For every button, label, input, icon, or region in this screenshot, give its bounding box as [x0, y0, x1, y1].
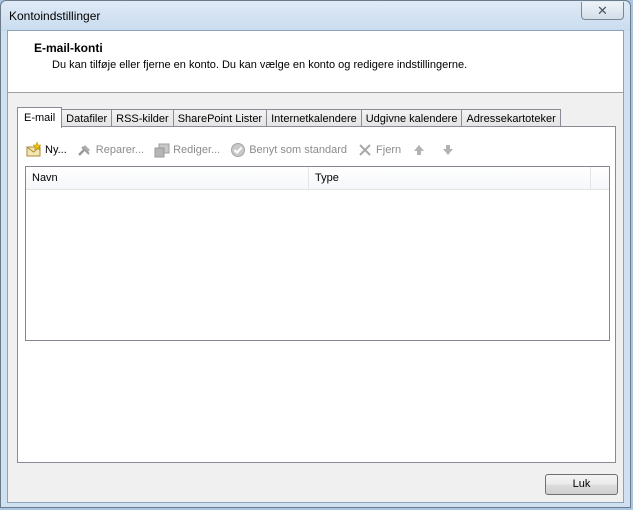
tab-email[interactable]: E-mail — [17, 107, 63, 128]
header-title: E-mail-konti — [34, 41, 103, 55]
tab-strip: E-mail Datafiler RSS-kilder SharePoint L… — [17, 107, 561, 128]
column-header-type[interactable]: Type — [309, 167, 591, 189]
remove-label: Fjern — [376, 144, 402, 156]
arrow-up-icon — [411, 142, 427, 158]
close-window-button[interactable]: ✕ — [581, 2, 624, 20]
edit-icon — [154, 142, 170, 158]
tab-rss-kilder[interactable]: RSS-kilder — [112, 109, 174, 127]
arrow-down-icon — [440, 142, 456, 158]
header-description: Du kan tilføje eller fjerne en konto. Du… — [52, 59, 468, 71]
remove-x-icon — [357, 142, 373, 158]
window-title: Kontoindstillinger — [9, 9, 101, 23]
tab-sharepoint-lister[interactable]: SharePoint Lister — [173, 109, 268, 127]
set-default-label: Benyt som standard — [249, 144, 348, 156]
dialog-header: E-mail-konti Du kan tilføje eller fjerne… — [8, 31, 623, 93]
move-up-button[interactable] — [411, 140, 430, 160]
remove-button[interactable]: Fjern — [357, 140, 401, 160]
close-icon: ✕ — [597, 3, 608, 18]
repair-label: Reparer... — [95, 144, 145, 156]
move-down-button[interactable] — [440, 140, 459, 160]
new-mail-icon — [26, 141, 42, 158]
title-bar[interactable]: Kontoindstillinger ✕ — [1, 1, 630, 31]
edit-label: Rediger... — [173, 144, 221, 156]
column-header-name[interactable]: Navn — [26, 167, 309, 189]
new-account-button[interactable]: Ny... — [26, 140, 67, 160]
toolbar: Ny... Reparer... Rediger... Benyt som st… — [26, 139, 469, 161]
column-header-filler — [591, 167, 609, 189]
dialog-client: E-mail-konti Du kan tilføje eller fjerne… — [7, 30, 624, 503]
tools-icon — [77, 142, 93, 158]
tab-datafiler[interactable]: Datafiler — [62, 109, 113, 127]
tab-adressekartoteker[interactable]: Adressekartoteker — [462, 109, 561, 127]
close-button[interactable]: Luk — [545, 474, 618, 495]
list-header: Navn Type — [26, 167, 609, 190]
accounts-list[interactable]: Navn Type — [25, 166, 610, 341]
new-account-label: Ny... — [45, 144, 67, 156]
repair-button[interactable]: Reparer... — [77, 140, 144, 160]
tab-udgivne-kalendere[interactable]: Udgivne kalendere — [361, 109, 463, 127]
email-tab-panel: Ny... Reparer... Rediger... Benyt som st… — [17, 126, 616, 463]
account-settings-window: Kontoindstillinger ✕ E-mail-konti Du kan… — [0, 0, 631, 508]
tab-internetkalendere[interactable]: Internetkalendere — [267, 109, 362, 127]
edit-button[interactable]: Rediger... — [154, 140, 220, 160]
set-default-button[interactable]: Benyt som standard — [230, 140, 347, 160]
checkmark-icon — [230, 142, 246, 158]
